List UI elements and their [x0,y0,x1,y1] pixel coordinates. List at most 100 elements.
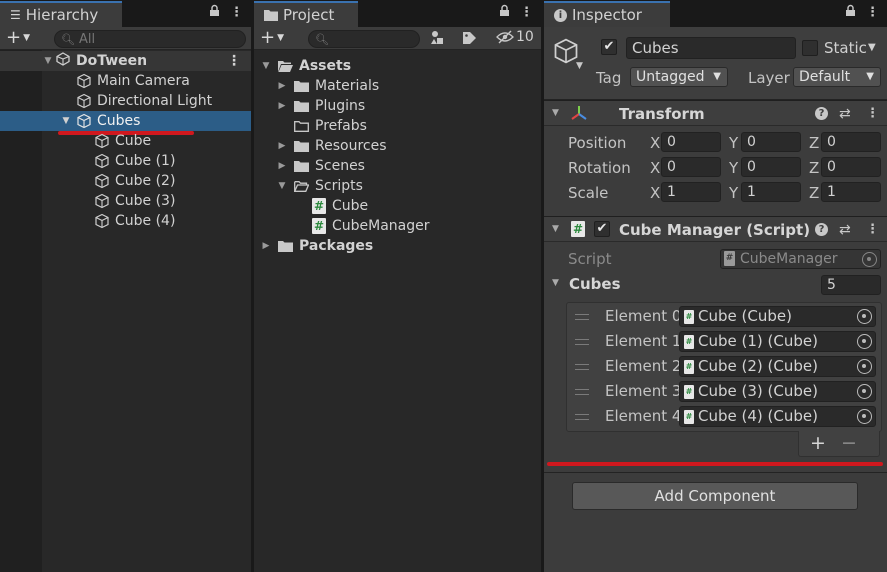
scene-row[interactable]: ▼ DoTween ⋮ [0,51,251,71]
create-button[interactable]: + ▼ [6,29,30,47]
rotation-y-field[interactable]: 0 [741,157,801,177]
fold-closed-icon[interactable]: ▶ [276,141,288,151]
help-icon[interactable]: ? [815,223,828,236]
drag-handle-icon[interactable] [575,414,589,420]
cubes-array-label[interactable]: Cubes [569,275,621,293]
more-vert-icon[interactable]: ⋮ [866,106,879,121]
component-enabled-checkbox[interactable]: ✔ [594,221,610,237]
fold-closed-icon[interactable]: ▶ [276,101,288,111]
static-checkbox[interactable] [802,40,818,56]
hidden-packages-toggle[interactable]: 10 [496,29,534,45]
cubes-array-size-field[interactable]: 5 [821,275,881,295]
folder-assets[interactable]: ▼ Assets [260,56,352,76]
transform-header[interactable]: ▼ Transform ? ⇄ ⋮ [544,100,887,126]
folder-plugins[interactable]: ▶ Plugins [276,96,366,116]
rotation-x-field[interactable]: 0 [661,157,721,177]
fold-closed-icon[interactable]: ▶ [276,161,288,171]
create-asset-button[interactable]: + ▼ [260,29,284,47]
element-0-field[interactable]: # Cube (Cube) [679,306,876,327]
scale-y-field[interactable]: 1 [741,182,801,202]
element-4-field[interactable]: # Cube (4) (Cube) [679,406,876,427]
hierarchy-item-cube-2[interactable]: Cube (2) [94,171,175,191]
fold-open-icon[interactable]: ▼ [552,278,559,288]
project-search[interactable]: 🔍︎ [308,30,420,48]
position-y-field[interactable]: 0 [741,132,801,152]
position-y-label[interactable]: Y [729,134,738,152]
more-vert-icon[interactable]: ⋮ [230,5,243,20]
active-checkbox[interactable]: ✔ [601,39,617,55]
layer-dropdown[interactable]: Default ▼ [793,67,881,87]
remove-element-button[interactable]: − [841,432,857,454]
element-3-field[interactable]: # Cube (3) (Cube) [679,381,876,402]
scale-y-label[interactable]: Y [729,184,738,202]
object-name-field[interactable]: Cubes [626,37,796,59]
more-vert-icon[interactable]: ⋮ [520,5,533,20]
object-picker-icon[interactable] [857,309,872,324]
rotation-x-label[interactable]: X [650,159,660,177]
add-element-button[interactable]: + [810,432,826,454]
drag-handle-icon[interactable] [575,339,589,345]
cube-manager-header[interactable]: ▼ # ✔ Cube Manager (Script) ? ⇄ ⋮ [544,216,887,242]
more-vert-icon[interactable]: ⋮ [866,5,879,20]
scale-x-label[interactable]: X [650,184,660,202]
lock-icon[interactable] [845,4,856,21]
hierarchy-item-cubes[interactable]: ▼ Cubes [0,111,251,131]
fold-closed-icon[interactable]: ▶ [276,81,288,91]
position-x-label[interactable]: X [650,134,660,152]
element-2-field[interactable]: # Cube (2) (Cube) [679,356,876,377]
static-dropdown-icon[interactable]: ▼ [868,42,876,53]
object-picker-icon[interactable] [857,334,872,349]
fold-open-icon[interactable]: ▼ [552,224,559,234]
fold-open-icon[interactable]: ▼ [276,181,288,191]
scale-z-field[interactable]: 1 [821,182,881,202]
filter-by-label-icon[interactable] [462,31,477,49]
element-1-field[interactable]: # Cube (1) (Cube) [679,331,876,352]
folder-materials[interactable]: ▶ Materials [276,76,380,96]
hierarchy-item-cube-4[interactable]: Cube (4) [94,211,175,231]
hierarchy-item-directional-light[interactable]: Directional Light [76,91,212,111]
tab-project[interactable]: Project [254,1,358,27]
icon-dropdown-arrow-icon[interactable]: ▼ [576,61,583,71]
hierarchy-search[interactable]: 🔍︎ [54,30,246,48]
hierarchy-search-input[interactable] [78,31,219,47]
filter-by-type-icon[interactable] [430,30,446,50]
object-picker-icon[interactable] [857,384,872,399]
fold-open-icon[interactable]: ▼ [552,108,559,118]
static-label[interactable]: Static [824,39,867,57]
hierarchy-item-main-camera[interactable]: Main Camera [76,71,190,91]
script-cubemanager[interactable]: # CubeManager [312,216,430,236]
drag-handle-icon[interactable] [575,364,589,370]
tab-hierarchy[interactable]: ☰ Hierarchy [0,1,122,27]
folder-prefabs[interactable]: Prefabs [294,116,367,136]
lock-icon[interactable] [209,4,220,21]
position-x-field[interactable]: 0 [661,132,721,152]
folder-resources[interactable]: ▶ Resources [276,136,387,156]
more-vert-icon[interactable]: ⋮ [227,53,241,69]
drag-handle-icon[interactable] [575,389,589,395]
scale-x-field[interactable]: 1 [661,182,721,202]
more-vert-icon[interactable]: ⋮ [866,222,879,237]
add-component-button[interactable]: Add Component [572,482,858,510]
position-z-field[interactable]: 0 [821,132,881,152]
fold-closed-icon[interactable]: ▶ [260,241,272,251]
folder-scenes[interactable]: ▶ Scenes [276,156,365,176]
script-cube[interactable]: # Cube [312,196,368,216]
position-z-label[interactable]: Z [809,134,819,152]
presets-sliders-icon[interactable]: ⇄ [839,222,851,238]
object-picker-icon[interactable] [857,359,872,374]
help-icon[interactable]: ? [815,107,828,120]
lock-icon[interactable] [499,4,510,21]
tab-inspector[interactable]: i Inspector [544,1,670,27]
fold-open-icon[interactable]: ▼ [260,61,272,71]
drag-handle-icon[interactable] [575,314,589,320]
hierarchy-item-cube[interactable]: Cube [94,131,151,151]
rotation-z-field[interactable]: 0 [821,157,881,177]
hierarchy-item-cube-3[interactable]: Cube (3) [94,191,175,211]
fold-open-icon[interactable]: ▼ [42,56,54,66]
folder-packages[interactable]: ▶ Packages [260,236,374,256]
object-picker-icon[interactable] [857,409,872,424]
presets-sliders-icon[interactable]: ⇄ [839,106,851,122]
tag-dropdown[interactable]: Untagged ▼ [630,67,728,87]
folder-scripts[interactable]: ▼ Scripts [276,176,363,196]
hierarchy-item-cube-1[interactable]: Cube (1) [94,151,175,171]
